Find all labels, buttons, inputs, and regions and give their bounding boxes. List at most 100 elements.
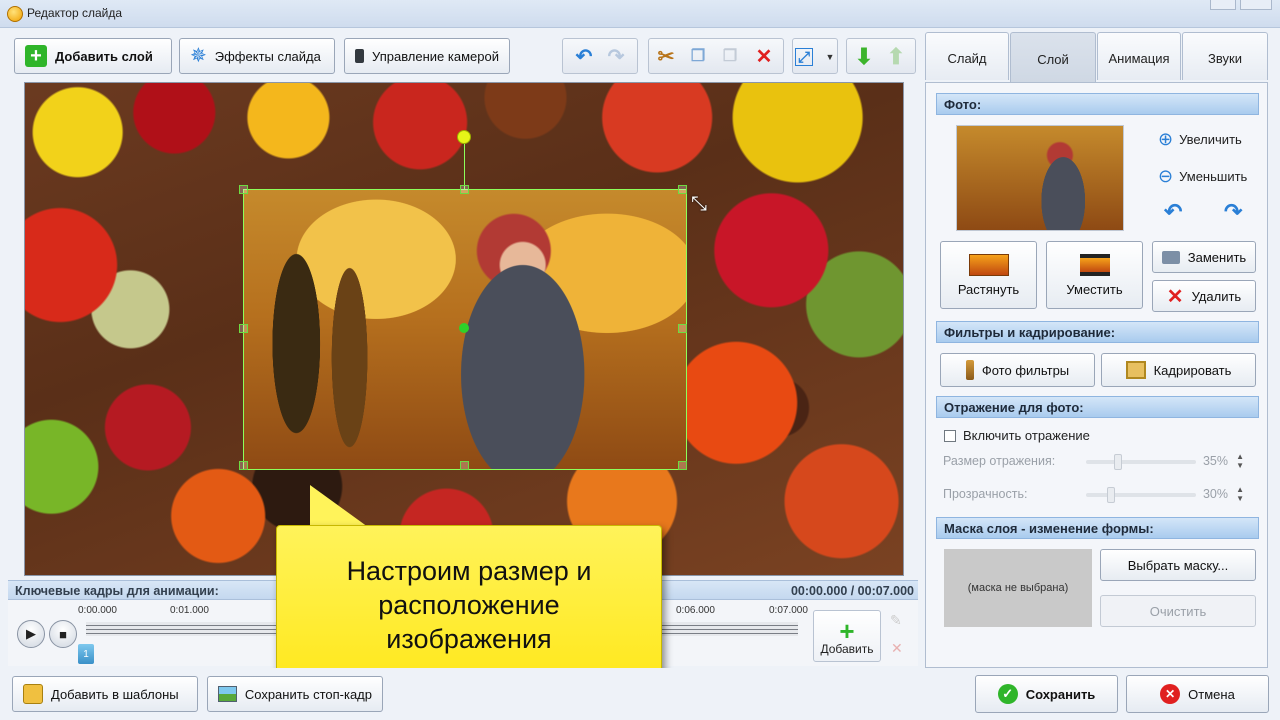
chevron-down-icon[interactable]: ▼ [819, 46, 841, 68]
transparency-label: Прозрачность: [943, 487, 1028, 501]
save-frame-button[interactable]: Сохранить стоп-кадр [207, 676, 383, 712]
tab-animation[interactable]: Анимация [1097, 32, 1181, 80]
clear-mask-button[interactable]: Очистить [1100, 595, 1256, 627]
save-label: Сохранить [1025, 686, 1096, 702]
crop-button[interactable]: Кадрировать [1101, 353, 1256, 387]
properties-panel: Фото: ⊕ Увеличить ⊖ Уменьшить ↶ ↷ Растян… [925, 82, 1268, 668]
photo-thumbnail [956, 125, 1124, 231]
history-group: ↶ ↷ [562, 38, 638, 74]
replace-button[interactable]: Заменить [1152, 241, 1256, 273]
slide-canvas[interactable]: ⤡ [24, 82, 904, 576]
keyframe-marker[interactable]: 1 [78, 644, 94, 664]
camera-control-button[interactable]: Управление камерой [344, 38, 510, 74]
spin-down-icon[interactable]: ▼ [1236, 495, 1244, 503]
rotation-line [464, 143, 465, 189]
delete-keyframe-icon[interactable]: ✕ [891, 640, 903, 657]
reflection-checkbox[interactable]: Включить отражение [944, 428, 1090, 443]
save-button[interactable]: ✓ Сохранить [975, 675, 1118, 713]
cut-icon[interactable]: ✂ [655, 46, 677, 68]
zoom-in-icon: ⊕ [1158, 129, 1174, 149]
fit-icon [1079, 253, 1110, 276]
stop-icon: ■ [59, 626, 67, 642]
title-bar: Редактор слайда [0, 0, 1280, 28]
resize-handle[interactable] [460, 461, 469, 470]
plus-icon: + [839, 616, 855, 646]
copy-icon[interactable]: ❐ [687, 46, 709, 68]
stretch-icon [968, 253, 1009, 276]
check-icon: ✓ [997, 684, 1018, 704]
resize-handle[interactable] [239, 185, 248, 194]
redo-icon[interactable]: ↷ [605, 46, 627, 68]
replace-label: Заменить [1187, 249, 1247, 265]
resize-handle[interactable] [460, 185, 469, 194]
choose-mask-label: Выбрать маску... [1127, 557, 1229, 573]
app-icon [7, 6, 23, 22]
add-layer-button[interactable]: + Добавить слой [14, 38, 172, 74]
move-down-icon[interactable]: ⬇ [853, 46, 875, 68]
reflection-size-knob[interactable] [1114, 454, 1122, 470]
play-icon: ▶ [26, 626, 36, 641]
move-up-icon[interactable]: ⬆ [885, 46, 907, 68]
zoom-in-button[interactable]: ⊕ Увеличить [1158, 129, 1242, 150]
delete-photo-button[interactable]: ✕ Удалить [1152, 280, 1256, 312]
reflection-size-label: Размер отражения: [943, 454, 1056, 468]
rotate-left-icon[interactable]: ↶ [1164, 199, 1182, 225]
stop-button[interactable]: ■ [49, 620, 77, 648]
fit-button[interactable]: Уместить [1046, 241, 1143, 309]
zoom-out-button[interactable]: ⊖ Уменьшить [1158, 166, 1247, 187]
cancel-button[interactable]: ✕ Отмена [1126, 675, 1269, 713]
edit-keyframe-icon[interactable]: ✎ [890, 612, 902, 629]
keyframes-label: Ключевые кадры для анимации: [15, 584, 219, 598]
tab-bar: Слайд Слой Анимация Звуки [925, 32, 1268, 82]
fit-view-icon[interactable]: ⤢ [795, 48, 813, 66]
tab-sounds[interactable]: Звуки [1182, 32, 1268, 80]
tab-slide[interactable]: Слайд [925, 32, 1009, 80]
spin-down-icon[interactable]: ▼ [1236, 462, 1244, 470]
mask-preview: (маска не выбрана) [944, 549, 1092, 627]
transparency-knob[interactable] [1107, 487, 1115, 503]
spin-up-icon[interactable]: ▲ [1236, 453, 1244, 461]
resize-handle[interactable] [678, 461, 687, 470]
resize-handle[interactable] [678, 185, 687, 194]
add-to-templates-button[interactable]: Добавить в шаблоны [12, 676, 198, 712]
rotate-right-icon[interactable]: ↷ [1224, 199, 1242, 225]
resize-handle[interactable] [678, 324, 687, 333]
slide-effects-button[interactable]: ✵ Эффекты слайда [179, 38, 335, 74]
edit-group: ✂ ❐ ❐ ✕ [648, 38, 784, 74]
choose-mask-button[interactable]: Выбрать маску... [1100, 549, 1256, 581]
close-window-button[interactable] [1240, 0, 1272, 10]
resize-handle[interactable] [239, 324, 248, 333]
transparency-slider[interactable] [1086, 493, 1196, 497]
center-point[interactable] [459, 323, 469, 333]
restore-button[interactable] [1210, 0, 1236, 10]
delete-icon[interactable]: ✕ [753, 46, 775, 68]
sparkle-icon: ✵ [190, 45, 207, 67]
slide-editor-window: Редактор слайда + Добавить слой ✵ Эффект… [0, 0, 1280, 720]
reflection-size-spinner[interactable]: 35% ▲ ▼ [1198, 449, 1250, 473]
photo-filters-button[interactable]: Фото фильтры [940, 353, 1095, 387]
undo-icon[interactable]: ↶ [573, 46, 595, 68]
callout-tail [310, 485, 368, 527]
play-button[interactable]: ▶ [17, 620, 45, 648]
photo-filters-label: Фото фильтры [981, 362, 1070, 378]
transparency-spinner[interactable]: 30% ▲ ▼ [1198, 482, 1250, 506]
add-keyframe-button[interactable]: + Добавить [813, 610, 881, 662]
photo-section-header: Фото: [936, 93, 1259, 115]
resize-handle[interactable] [239, 461, 248, 470]
rotation-handle[interactable] [457, 130, 471, 144]
tutorial-callout: Настроим размер и расположение изображен… [276, 525, 662, 685]
stretch-button[interactable]: Растянуть [940, 241, 1037, 309]
reflection-section-header: Отражение для фото: [936, 396, 1259, 418]
spin-up-icon[interactable]: ▲ [1236, 486, 1244, 494]
tab-layer[interactable]: Слой [1010, 32, 1096, 82]
cancel-label: Отмена [1188, 686, 1235, 702]
delete-photo-label: Удалить [1191, 288, 1242, 304]
camera-icon [1161, 250, 1180, 264]
tick-label: 0:00.000 [78, 605, 117, 616]
mask-section-header: Маска слоя - изменение формы: [936, 517, 1259, 539]
plus-icon: + [25, 45, 47, 67]
reflection-size-slider[interactable] [1086, 460, 1196, 464]
crop-label: Кадрировать [1153, 362, 1232, 378]
zoom-in-label: Увеличить [1179, 132, 1242, 147]
paste-icon[interactable]: ❐ [719, 46, 741, 68]
